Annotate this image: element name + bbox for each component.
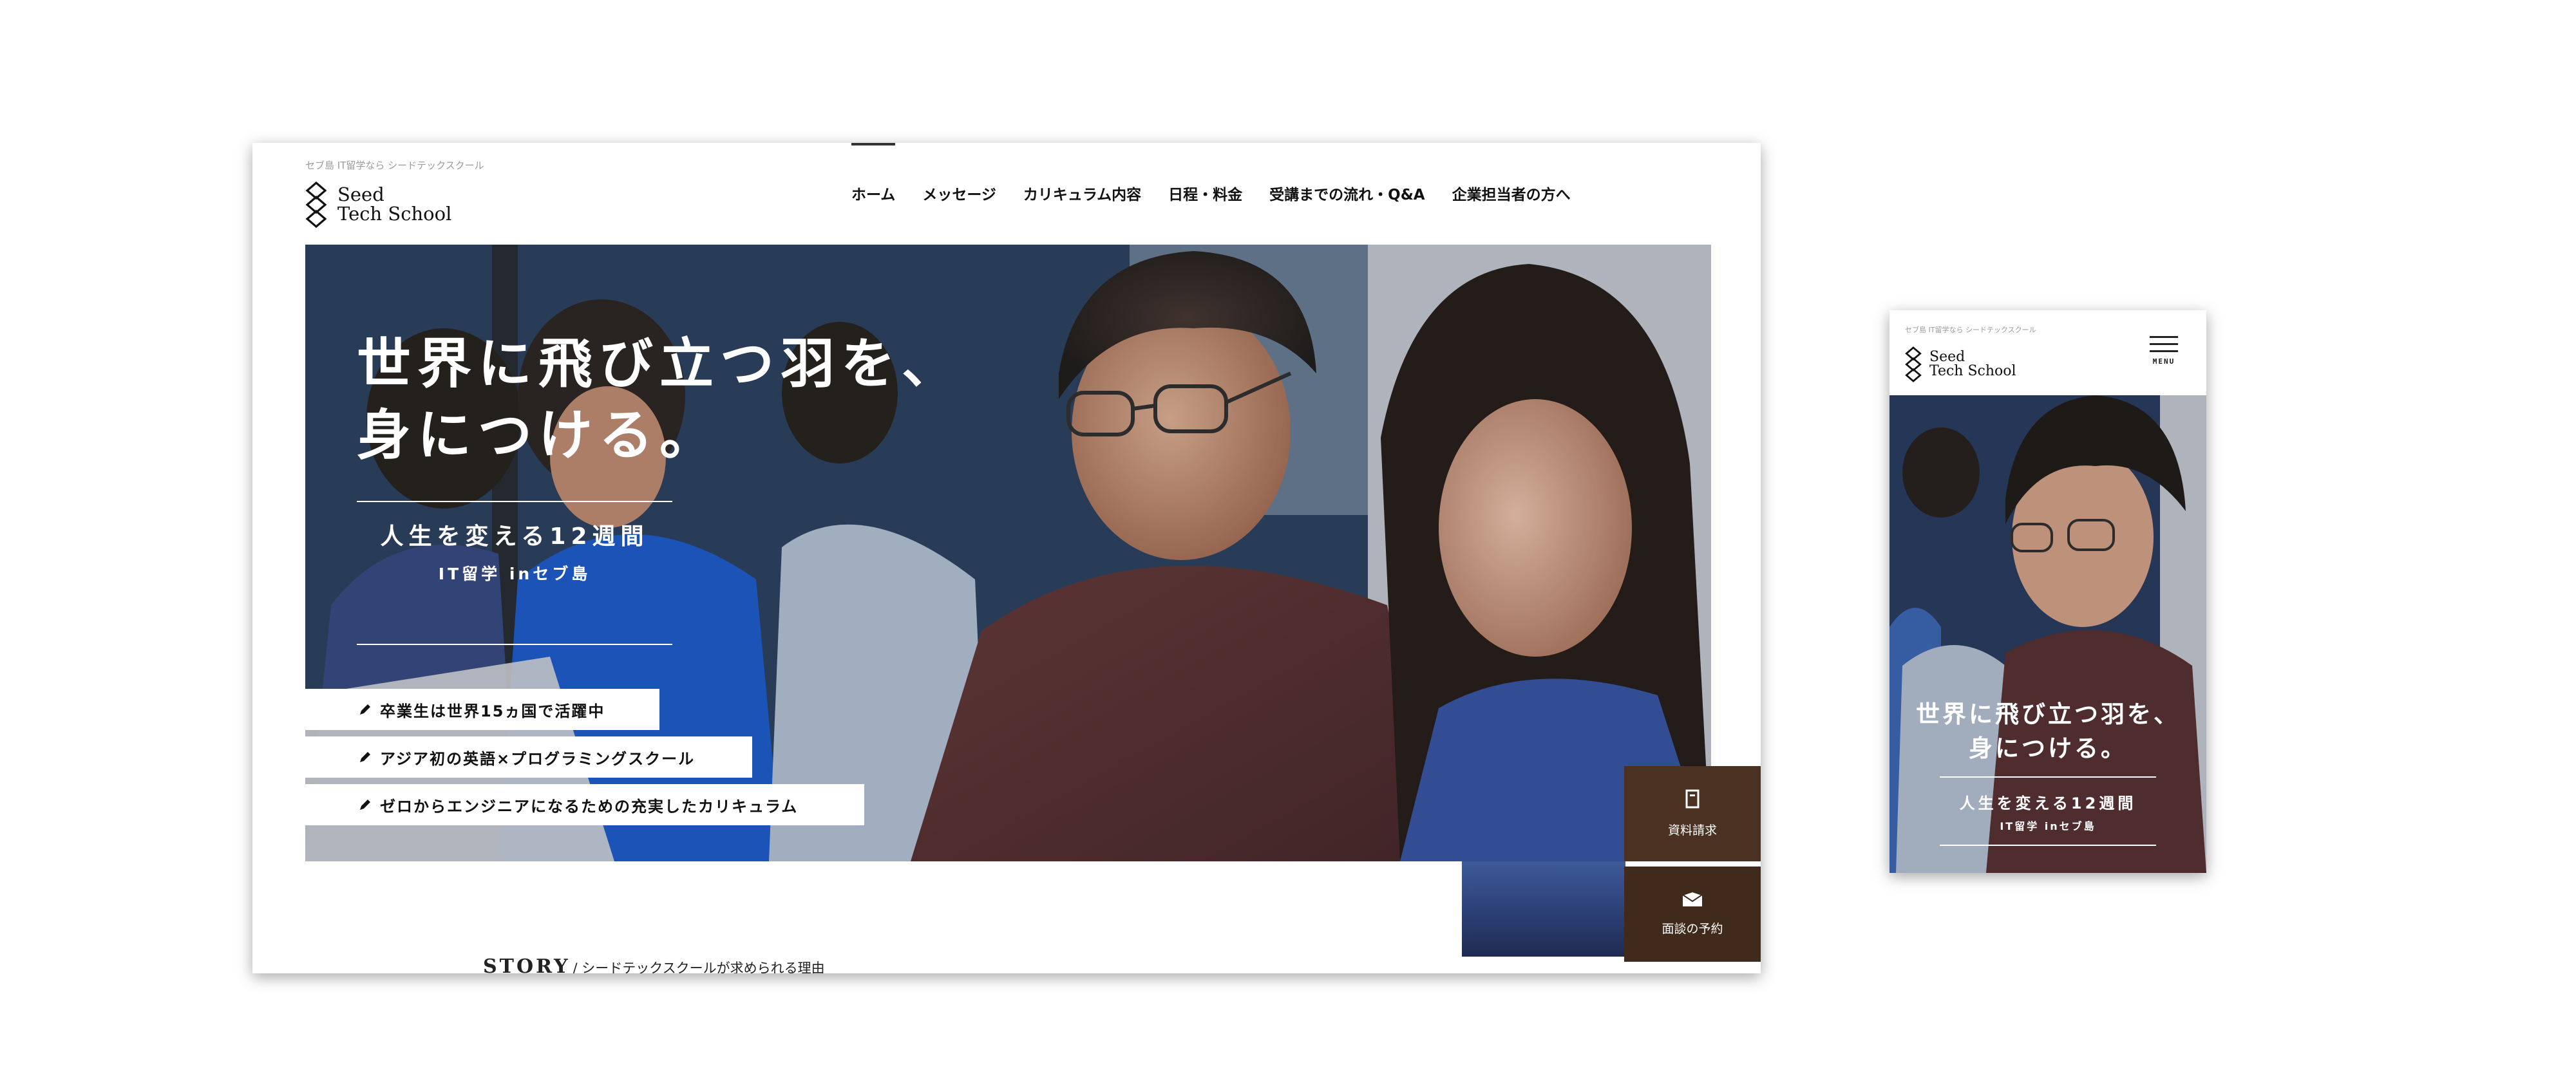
nav-home[interactable]: ホーム [851,143,896,238]
site-tagline: セブ島 IT留学なら シードテックスクール [305,160,484,171]
mobile-hero-subtitle-small: IT留学 inセブ島 [2000,820,2096,832]
desktop-screenshot: セブ島 IT留学なら シードテックスクール Seed Tech School ホ… [252,143,1761,973]
feature-text: アジア初の英語×プログラミングスクール [380,749,696,768]
hero-section: 世界に飛び立つ羽を、 身につける。 人生を変える12週間 IT留学 inセブ島 … [305,245,1711,861]
mobile-hero-title: 世界に飛び立つ羽を、 身につける。 [1889,698,2206,765]
feature-text: ゼロからエンジニアになるための充実したカリキュラム [380,797,799,816]
mobile-screenshot: セブ島 IT留学なら シードテックスクール Seed Tech School M… [1889,310,2206,873]
hero-title-line-2: 身につける。 [357,403,721,467]
story-text: / シードテックスクールが求められる理由 [573,960,825,973]
hero-subtitle-block: 人生を変える12週間 IT留学 inセブ島 [357,501,672,645]
mobile-hero-section: 世界に飛び立つ羽を、 身につける。 人生を変える12週間 IT留学 inセブ島 [1889,395,2206,873]
hero-subtitle: 人生を変える12週間 [380,523,649,550]
pencil-icon [358,798,372,812]
document-icon [1685,789,1700,812]
story-heading: STORY / シードテックスクールが求められる理由 [483,955,825,973]
feature-badge: アジア初の英語×プログラミングスクール [305,736,752,778]
logo-mark-icon [1905,346,1922,382]
feature-badge: ゼロからエンジニアになるための充実したカリキュラム [305,784,864,825]
logo-text: Seed Tech School [337,185,451,223]
hero-title-line-1: 世界に飛び立つ羽を、 [357,332,963,395]
feature-text: 卒業生は世界15ヵ国で活躍中 [380,702,605,720]
request-brochure-button[interactable]: 資料請求 [1624,766,1761,861]
nav-curriculum[interactable]: カリキュラム内容 [1023,143,1141,238]
logo-line-2: Tech School [337,203,452,225]
menu-label: MENU [2152,357,2175,366]
mobile-hero-subtitle: 人生を変える12週間 [1959,794,2137,812]
logo-line-1: Seed [337,183,384,206]
site-logo[interactable]: Seed Tech School [305,182,451,228]
nav-flow-qa[interactable]: 受講までの流れ・Q&A [1269,143,1425,238]
pencil-icon [358,702,372,717]
logo-text: Seed Tech School [1929,350,2016,379]
hamburger-icon [2148,336,2179,352]
hero-subtitle-small: IT留学 inセブ島 [438,564,591,583]
site-logo[interactable]: Seed Tech School [1905,346,2016,382]
mobile-hero-title-line-2: 身につける。 [1969,734,2127,762]
story-title: STORY [483,955,571,973]
envelope-icon [1681,890,1704,910]
logo-line-1: Seed [1929,348,1965,365]
hero-photo-overflow [1462,861,1625,957]
nav-corporate[interactable]: 企業担当者の方へ [1452,143,1571,238]
hero-title: 世界に飛び立つ羽を、 身につける。 [357,328,962,471]
pencil-icon [358,750,372,764]
divider [1940,776,2156,778]
book-interview-label: 面談の予約 [1662,922,1723,936]
main-nav: ホーム メッセージ カリキュラム内容 日程・料金 受講までの流れ・Q&A 企業担… [851,143,1598,238]
divider [1940,845,2156,846]
book-interview-button[interactable]: 面談の予約 [1624,867,1761,962]
logo-mark-icon [305,182,327,228]
logo-line-2: Tech School [1929,363,2016,379]
nav-schedule-fees[interactable]: 日程・料金 [1168,143,1242,238]
mobile-hero-title-line-1: 世界に飛び立つ羽を、 [1916,700,2180,728]
hamburger-menu-button[interactable]: MENU [2148,336,2179,366]
site-tagline: セブ島 IT留学なら シードテックスクール [1905,326,2036,334]
request-brochure-label: 資料請求 [1667,823,1717,838]
nav-message[interactable]: メッセージ [922,143,996,238]
feature-badge: 卒業生は世界15ヵ国で活躍中 [305,689,659,730]
